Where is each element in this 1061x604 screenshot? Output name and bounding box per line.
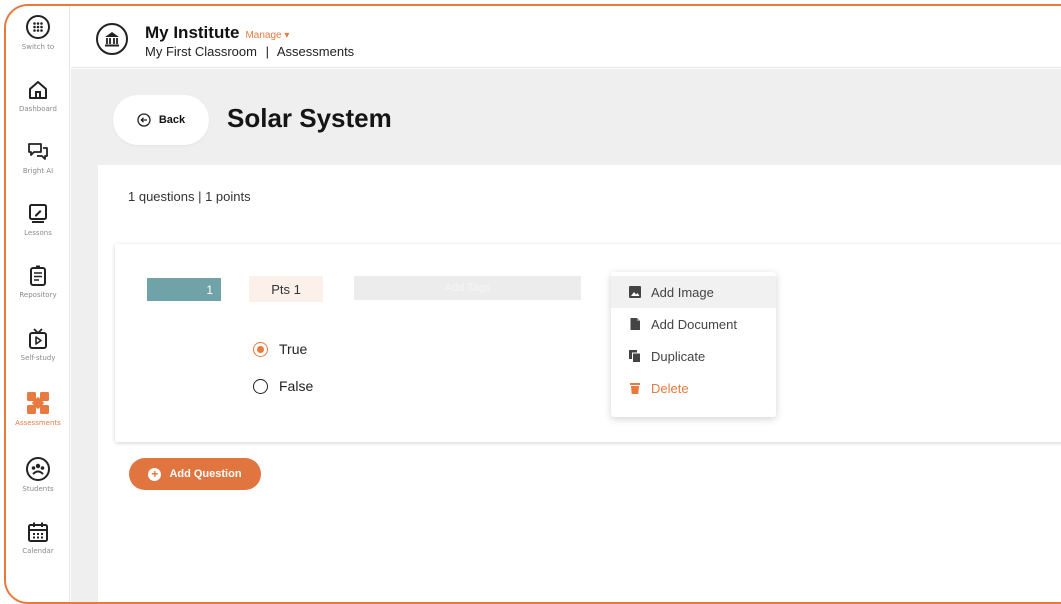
back-button[interactable]: Back (113, 95, 209, 145)
sidebar-item-label: Calendar (22, 547, 54, 555)
sidebar-item-label: Dashboard (19, 105, 57, 113)
sidebar-item-assessments[interactable]: Assessments (6, 390, 70, 427)
sidebar-item-label: Switch to (21, 43, 55, 51)
sidebar-item-lessons[interactable]: Lessons (6, 202, 70, 237)
sidebar-item-repository[interactable]: Repository (6, 264, 70, 299)
group-icon (26, 457, 50, 481)
question-options-menu: Add Image Add Document Duplicate Delete (611, 272, 776, 417)
option-true[interactable]: True (253, 341, 307, 357)
top-bar: My Institute Manage ▾ My First Classroom … (71, 6, 1061, 68)
tv-play-icon (29, 328, 47, 349)
chat-icon (28, 143, 48, 160)
menu-add-document[interactable]: Add Document (611, 308, 776, 340)
sidebar-item-dashboard[interactable]: Dashboard (6, 78, 70, 113)
menu-delete[interactable]: Delete (611, 372, 776, 404)
manage-dropdown[interactable]: Manage ▾ (245, 30, 289, 41)
main-content: Back Solar System 1 questions | 1 points… (71, 69, 1061, 602)
add-tags-field[interactable]: Add Tags (354, 276, 581, 300)
sidebar: Switch to Dashboard Bright AI Lessons Re… (6, 6, 70, 602)
breadcrumb: My First Classroom | Assessments (145, 44, 355, 59)
points-field[interactable]: Pts 1 (249, 276, 323, 302)
radio-false[interactable] (253, 378, 268, 394)
institute-name: My Institute Manage ▾ (145, 23, 290, 42)
image-icon (629, 286, 641, 298)
option-false[interactable]: False (253, 378, 313, 394)
trash-icon (630, 383, 640, 394)
question-number-field[interactable]: 1 (147, 278, 221, 301)
sidebar-item-bright-ai[interactable]: Bright AI (6, 140, 70, 175)
sidebar-item-label: Students (22, 485, 54, 493)
plus-icon: + (148, 467, 162, 481)
sidebar-item-label: Assessments (15, 419, 61, 427)
arrow-left-icon (137, 113, 151, 127)
sidebar-item-switch[interactable]: Switch to (6, 14, 70, 51)
sidebar-item-label: Repository (19, 291, 57, 299)
sidebar-item-label: Bright AI (22, 167, 54, 175)
question-summary: 1 questions | 1 points (128, 189, 251, 204)
breadcrumb-classroom[interactable]: My First Classroom (145, 44, 257, 59)
sidebar-item-students[interactable]: Students (6, 456, 70, 493)
puzzle-icon (27, 392, 49, 414)
sidebar-item-label: Self-study (20, 354, 56, 362)
app-window: Switch to Dashboard Bright AI Lessons Re… (4, 4, 1061, 604)
page-title: Solar System (227, 103, 392, 133)
document-icon (30, 265, 46, 286)
institute-icon (96, 23, 128, 55)
radio-true[interactable] (253, 341, 268, 357)
grid-icon (26, 15, 50, 39)
sidebar-item-label: Lessons (24, 229, 52, 237)
breadcrumb-section[interactable]: Assessments (277, 44, 354, 59)
home-icon (29, 81, 47, 99)
menu-duplicate[interactable]: Duplicate (611, 340, 776, 372)
sidebar-item-self-study[interactable]: Self-study (6, 327, 70, 362)
menu-add-image[interactable]: Add Image (611, 276, 776, 308)
file-icon (630, 318, 640, 330)
copy-icon (629, 350, 641, 363)
calendar-icon (28, 522, 48, 542)
board-icon (29, 204, 47, 223)
add-question-button[interactable]: + Add Question (129, 458, 261, 490)
sidebar-item-calendar[interactable]: Calendar (6, 520, 70, 555)
assessment-panel: 1 questions | 1 points 1 Pts 1 Add Tags … (98, 165, 1061, 602)
question-card: 1 Pts 1 Add Tags True False Add Image Ad… (115, 244, 1061, 442)
